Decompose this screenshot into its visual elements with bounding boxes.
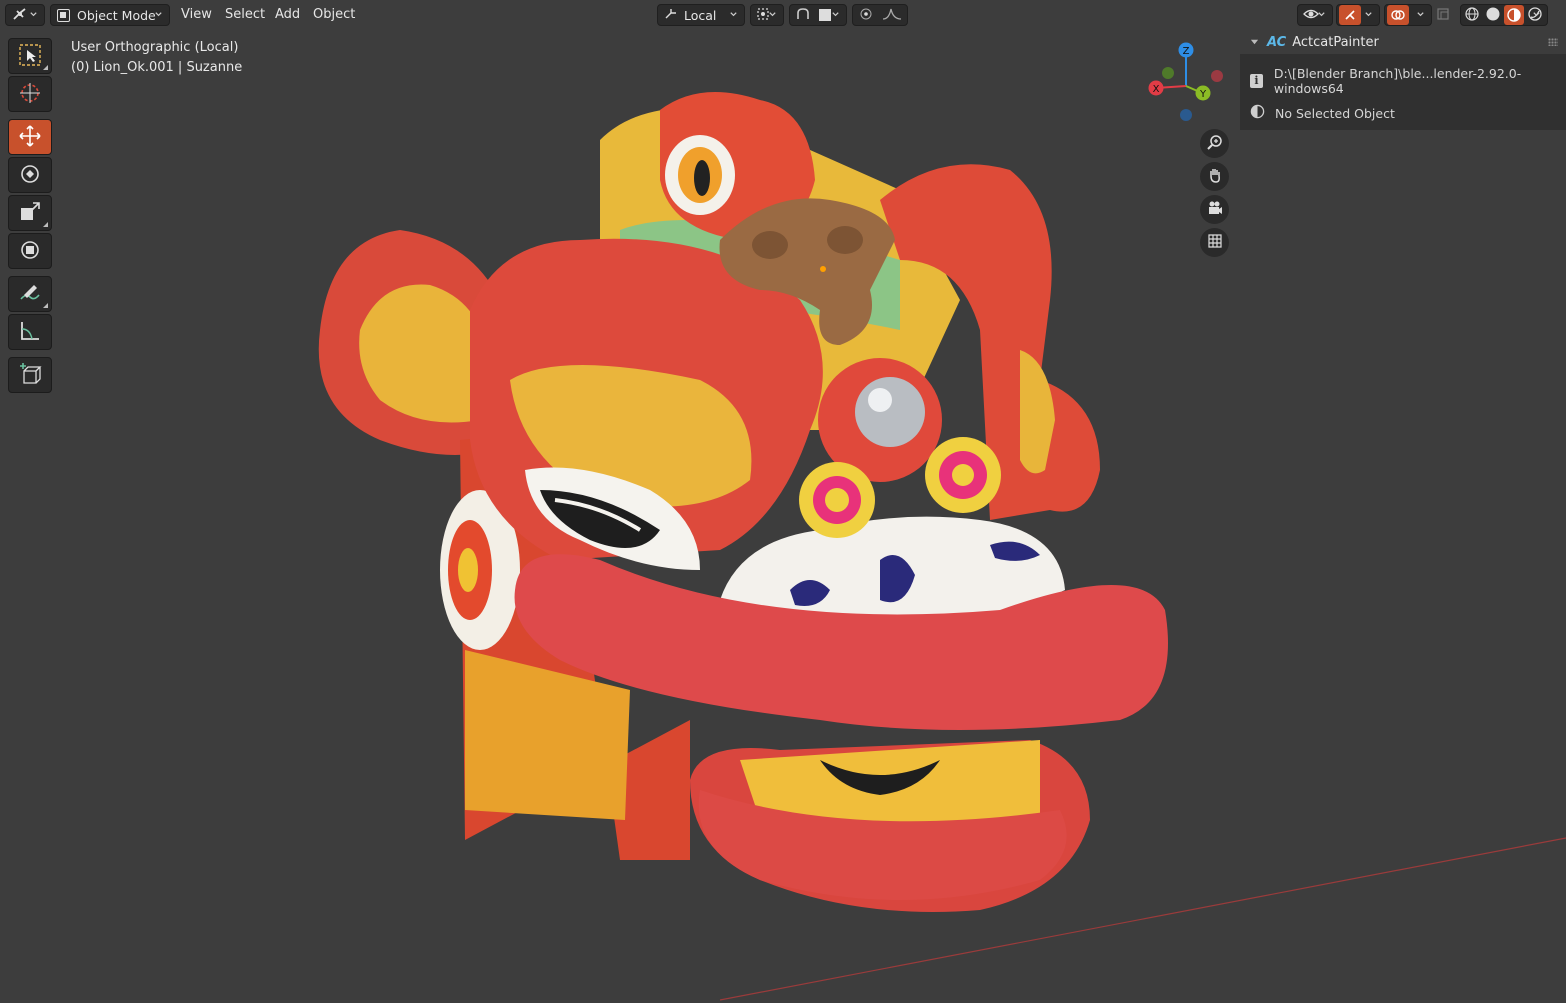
orientation-label: Local — [684, 7, 717, 23]
view-name: User Orthographic (Local) — [71, 40, 239, 55]
grid-icon — [1207, 233, 1223, 252]
chevron-down-icon — [832, 12, 839, 17]
camera-icon — [1207, 200, 1223, 219]
menu-add[interactable]: Add — [275, 6, 300, 24]
move-tool[interactable] — [8, 119, 52, 155]
measure-tool[interactable] — [8, 314, 52, 350]
mode-dropdown[interactable]: Object Mode — [50, 4, 170, 26]
falloff-icon[interactable] — [881, 7, 903, 24]
mode-label: Object Mode — [77, 7, 156, 23]
gizmo-y-label: Y — [1199, 89, 1207, 100]
lion-head-model[interactable] — [0, 0, 1566, 1003]
panel-header[interactable]: AC ActcatPainter — [1240, 30, 1566, 54]
transform-icon — [18, 238, 42, 265]
visibility-dropdown[interactable] — [1297, 4, 1333, 26]
menu-view[interactable]: View — [181, 6, 212, 24]
select-box-icon — [18, 43, 42, 70]
gizmo-x-label: X — [1153, 84, 1160, 95]
xray-icon — [1436, 7, 1450, 24]
rotate-tool[interactable] — [8, 157, 52, 193]
chevron-down-icon — [30, 12, 37, 17]
gizmo-toggle[interactable] — [1336, 4, 1380, 26]
orientation-icon — [664, 8, 678, 23]
proportional-edit-group[interactable] — [852, 4, 908, 26]
camera-view-button[interactable] — [1200, 195, 1229, 224]
gizmo-neg-z[interactable] — [1180, 109, 1192, 121]
select-box-tool[interactable] — [8, 38, 52, 74]
scale-icon — [18, 200, 42, 227]
measure-icon — [18, 319, 42, 346]
viewport-header: Object Mode View Select Add Object Local — [0, 0, 1566, 30]
wireframe-shading-icon[interactable] — [1464, 6, 1480, 25]
zoom-button[interactable] — [1200, 129, 1229, 158]
scale-tool[interactable] — [8, 195, 52, 231]
panel-title: ActcatPainter — [1292, 34, 1379, 50]
drag-handle-icon[interactable] — [1548, 38, 1558, 46]
path-row: i D:\[Blender Branch]\ble...lender-2.92.… — [1250, 66, 1566, 96]
transform-orientation-dropdown[interactable]: Local — [657, 4, 745, 26]
move-icon — [18, 124, 42, 151]
actcat-logo-icon: AC — [1267, 34, 1287, 50]
hand-icon — [1207, 167, 1223, 186]
add-cube-tool[interactable] — [8, 357, 52, 393]
navigation-gizmo[interactable]: Z X Y — [1140, 38, 1230, 128]
zoom-icon — [1206, 134, 1223, 153]
xray-toggle[interactable] — [1436, 4, 1456, 26]
menu-select[interactable]: Select — [225, 6, 265, 24]
solid-shading-icon[interactable] — [1485, 6, 1501, 25]
shading-mode-group[interactable] — [1460, 4, 1548, 26]
chevron-down-icon — [730, 12, 737, 17]
gizmo-icon — [1339, 5, 1361, 25]
pivot-point-dropdown[interactable] — [750, 4, 784, 26]
chevron-down-icon — [1417, 12, 1424, 17]
overlays-toggle[interactable] — [1384, 4, 1432, 26]
rotate-icon — [18, 162, 42, 189]
annotate-icon — [18, 281, 42, 308]
material-shading-icon[interactable] — [1504, 5, 1524, 25]
transform-tool[interactable] — [8, 233, 52, 269]
status-row: No Selected Object — [1250, 104, 1395, 122]
editor-type-button[interactable] — [5, 4, 45, 26]
cursor-icon — [18, 81, 42, 108]
chevron-down-icon — [1533, 12, 1540, 17]
editor-type-icon — [12, 7, 30, 24]
ortho-toggle-button[interactable] — [1200, 228, 1229, 257]
path-text: D:\[Blender Branch]\ble...lender-2.92.0-… — [1273, 66, 1522, 96]
gizmo-z-label: Z — [1183, 46, 1190, 57]
chevron-down-icon — [155, 12, 162, 17]
chevron-down-icon — [1365, 12, 1372, 17]
snap-group[interactable] — [789, 4, 847, 26]
overlays-icon — [1387, 5, 1409, 25]
3d-viewport[interactable]: Object Mode View Select Add Object Local — [0, 0, 1566, 1003]
chevron-down-icon — [1318, 12, 1325, 17]
sidebar-panel: AC ActcatPainter i D:\[Blender Branch]\b… — [1240, 30, 1566, 130]
object-origin — [820, 266, 826, 272]
gizmo-neg-x[interactable] — [1211, 70, 1223, 82]
collapse-arrow-icon[interactable] — [1250, 38, 1259, 47]
cursor-tool[interactable] — [8, 76, 52, 112]
snap-icon[interactable] — [795, 7, 811, 24]
add-cube-icon — [18, 362, 42, 389]
snap-target-icon[interactable] — [819, 9, 831, 21]
object-data-icon — [1250, 104, 1265, 122]
gizmo-neg-y[interactable] — [1162, 67, 1174, 79]
annotate-tool[interactable] — [8, 276, 52, 312]
chevron-down-icon — [769, 12, 776, 17]
object-mode-icon — [57, 8, 70, 22]
info-icon: i — [1250, 74, 1263, 88]
menu-object[interactable]: Object — [313, 6, 355, 24]
status-text: No Selected Object — [1275, 105, 1395, 121]
pan-button[interactable] — [1200, 162, 1229, 191]
object-info: (0) Lion_Ok.001 | Suzanne — [71, 60, 243, 75]
proportional-edit-icon[interactable] — [859, 7, 873, 24]
